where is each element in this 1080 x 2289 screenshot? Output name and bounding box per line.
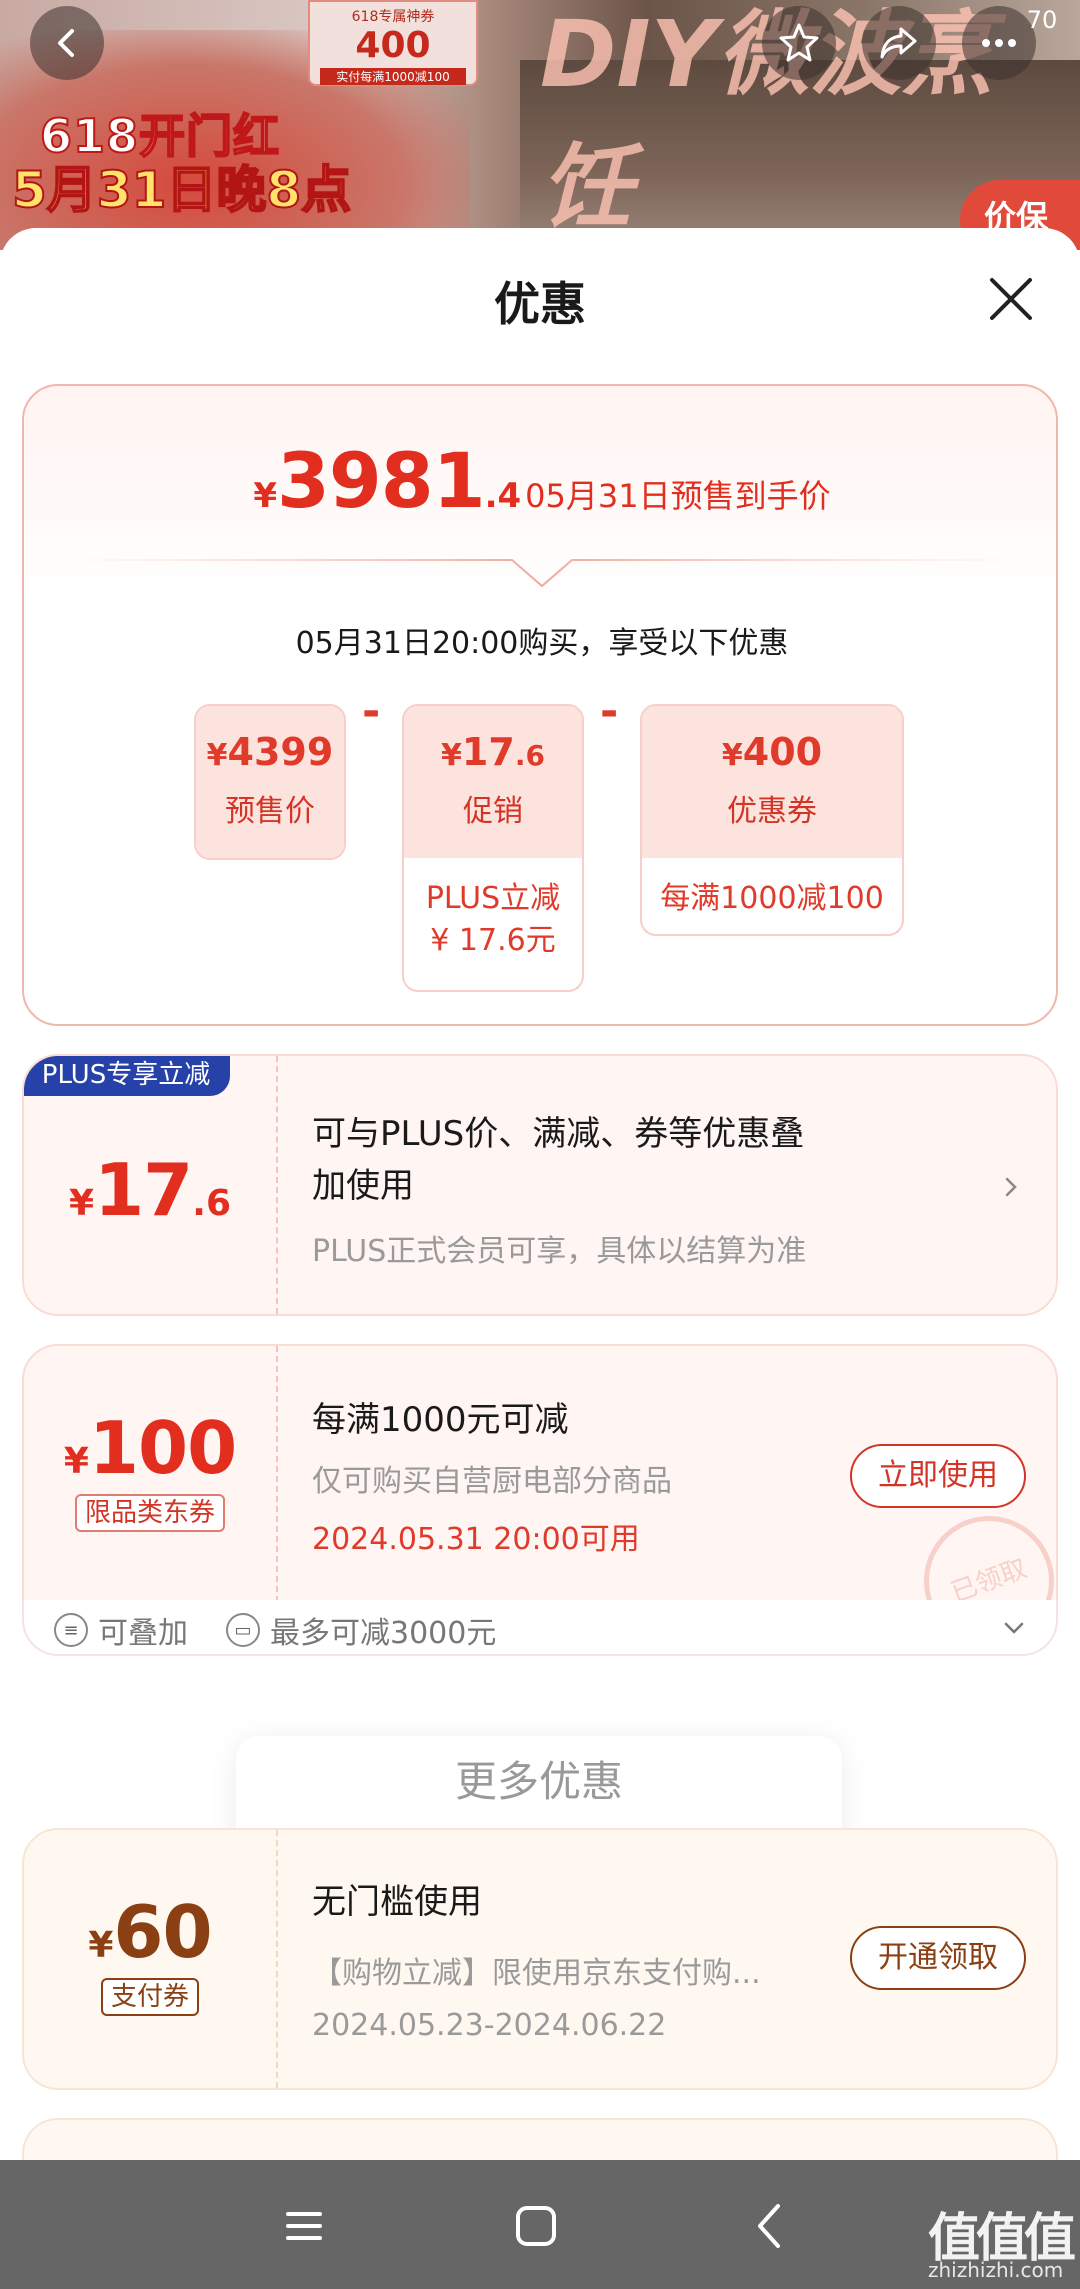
presale-price-label: 预售价: [225, 794, 315, 829]
chevron-down-icon[interactable]: [1002, 1616, 1026, 1640]
message-count-badge: 70: [1026, 6, 1058, 34]
discount-sheet: 优惠 ¥3981.4 05月31日预售到手价 05月31日20:00购买，享受以下…: [0, 228, 1080, 2160]
banner-headline-2: 5月31日晚8点: [11, 160, 352, 220]
pay-amount: ¥60: [24, 1830, 276, 1974]
back-button[interactable]: [30, 6, 104, 80]
favorite-button[interactable]: [762, 6, 836, 80]
stackable-info: ≡ 可叠加: [54, 1608, 188, 1652]
system-nav-bar: [0, 2160, 1080, 2289]
stack-icon: ≡: [54, 1613, 88, 1647]
coupon-card-amount-number: 100: [88, 1406, 237, 1490]
coupon-amount: 400: [742, 730, 823, 774]
plus-amount-integer: 17: [94, 1148, 193, 1232]
final-price-decimal: .4: [484, 476, 522, 516]
close-icon[interactable]: [988, 276, 1034, 322]
ticket-icon: ▭: [226, 1613, 260, 1647]
plus-title-line2: 加使用: [312, 1166, 414, 1206]
stackable-label: 可叠加: [98, 1616, 188, 1651]
minus-sign: -: [362, 686, 381, 737]
final-price-integer: 3981: [277, 436, 486, 525]
chevron-left-icon: [58, 29, 74, 57]
pay-amount-number: 60: [113, 1890, 212, 1974]
plus-title-line1: 可与PLUS价、满减、券等优惠叠: [312, 1114, 805, 1154]
currency-symbol: ¥: [206, 738, 228, 773]
currency-symbol: ¥: [253, 476, 278, 516]
claimed-stamp: 已领取: [905, 1497, 1056, 1602]
coupon-type-tag: 限品类东券: [74, 1494, 225, 1532]
presale-price-head: ¥4399 预售价: [196, 706, 344, 858]
plus-title: 可与PLUS价、满减、券等优惠叠 加使用: [312, 1108, 804, 1212]
pay-coupon-card: ¥60 支付券 无门槛使用 【购物立减】限使用京东支付购... 2024.05.…: [22, 1828, 1058, 2090]
use-now-button[interactable]: 立即使用: [850, 1444, 1026, 1508]
currency-symbol: ¥: [88, 1925, 114, 1966]
max-discount-label: 最多可减3000元: [270, 1616, 497, 1651]
max-discount-info: ▭ 最多可减3000元: [226, 1608, 496, 1652]
coupon-info-row[interactable]: ≡ 可叠加 ▭ 最多可减3000元: [22, 1600, 1058, 1656]
promotion-amount: 17: [461, 730, 515, 774]
pay-amount-area: ¥60 支付券: [24, 1830, 276, 2088]
nav-back-icon[interactable]: [740, 2196, 800, 2256]
minus-sign: -: [600, 686, 619, 737]
promo-tag: 618专属神券 400 实付每满1000减100: [308, 0, 478, 86]
promotion-label: 促销: [463, 794, 523, 829]
promotion-box: ¥17.6 促销 PLUS立减 ¥ 17.6元: [402, 704, 584, 992]
pay-title: 无门槛使用: [312, 1882, 482, 1922]
pay-validity: 2024.05.23-2024.06.22: [312, 2008, 667, 2043]
coupon-head: ¥400 优惠券: [642, 706, 902, 858]
coupon-subtitle: 仅可购买自营厨电部分商品: [312, 1464, 672, 1499]
plus-amount-decimal: .6: [192, 1183, 231, 1224]
plus-subtitle: PLUS正式会员可享，具体以结算为准: [312, 1234, 807, 1269]
share-button[interactable]: [862, 6, 936, 80]
final-price: ¥3981.4 05月31日预售到手价: [24, 436, 1060, 525]
sheet-title: 优惠: [494, 277, 586, 331]
plus-discount-card[interactable]: PLUS专享立减 ¥17.6 可与PLUS价、满减、券等优惠叠 加使用 PLUS…: [22, 1054, 1058, 1316]
presale-price-box: ¥4399 预售价: [194, 704, 346, 860]
coupon-amount-area: ¥100 限品类东券: [24, 1346, 276, 1602]
coupon-note: 每满1000减100: [660, 881, 884, 916]
coupon-label: 优惠券: [727, 794, 817, 829]
purchase-time-desc: 05月31日20:00购买，享受以下优惠: [295, 626, 789, 661]
promotion-note: PLUS立减 ¥ 17.6元: [404, 858, 582, 962]
chevron-right-icon: [1005, 1177, 1017, 1197]
card-divider: [276, 1830, 278, 2088]
share-icon: [880, 27, 917, 59]
card-divider: [276, 1346, 278, 1602]
plus-amount-area: ¥17.6: [24, 1056, 276, 1314]
star-icon: [779, 23, 819, 62]
currency-symbol: ¥: [63, 1441, 89, 1482]
next-coupon-card: [22, 2118, 1058, 2160]
promotion-head: ¥17.6 促销: [404, 706, 582, 858]
final-price-label: 05月31日预售到手价: [525, 477, 831, 515]
home-icon[interactable]: [506, 2196, 566, 2256]
pay-coupon-tag: 支付券: [100, 1978, 199, 2016]
promo-tag-bottom: 实付每满1000减100: [320, 68, 466, 85]
price-summary-card: ¥3981.4 05月31日预售到手价 05月31日20:00购买，享受以下优惠 …: [22, 384, 1058, 1026]
divider-arrow: [54, 559, 1030, 588]
currency-symbol: ¥: [441, 738, 462, 773]
promotion-note-line2: ¥ 17.6元: [430, 923, 556, 958]
currency-symbol: ¥: [721, 738, 743, 773]
activate-claim-button[interactable]: 开通领取: [850, 1926, 1026, 1990]
currency-symbol: ¥: [69, 1183, 95, 1224]
coupon-available-time: 2024.05.31 20:00可用: [312, 1522, 640, 1557]
coupon-box: ¥400 优惠券 每满1000减100: [640, 704, 904, 936]
recent-apps-icon[interactable]: [274, 2196, 334, 2256]
promo-tag-top: 618专属神券: [351, 9, 435, 25]
pay-subtitle: 【购物立减】限使用京东支付购...: [312, 1956, 761, 1991]
jd-coupon-card: ¥100 限品类东券 每满1000元可减 仅可购买自营厨电部分商品 2024.0…: [22, 1344, 1058, 1604]
card-divider: [276, 1056, 278, 1314]
plus-amount: ¥17.6: [24, 1056, 276, 1232]
coupon-title: 每满1000元可减: [312, 1400, 569, 1440]
promo-tag-amount: 400: [355, 25, 431, 66]
coupon-card-amount: ¥100: [24, 1346, 276, 1490]
promotion-note-line1: PLUS立减: [425, 881, 561, 916]
presale-price-amount: 4399: [227, 730, 334, 774]
promotion-amount-decimal: .6: [514, 739, 545, 772]
watermark-domain: zhizhizhi.com: [928, 2258, 1064, 2282]
